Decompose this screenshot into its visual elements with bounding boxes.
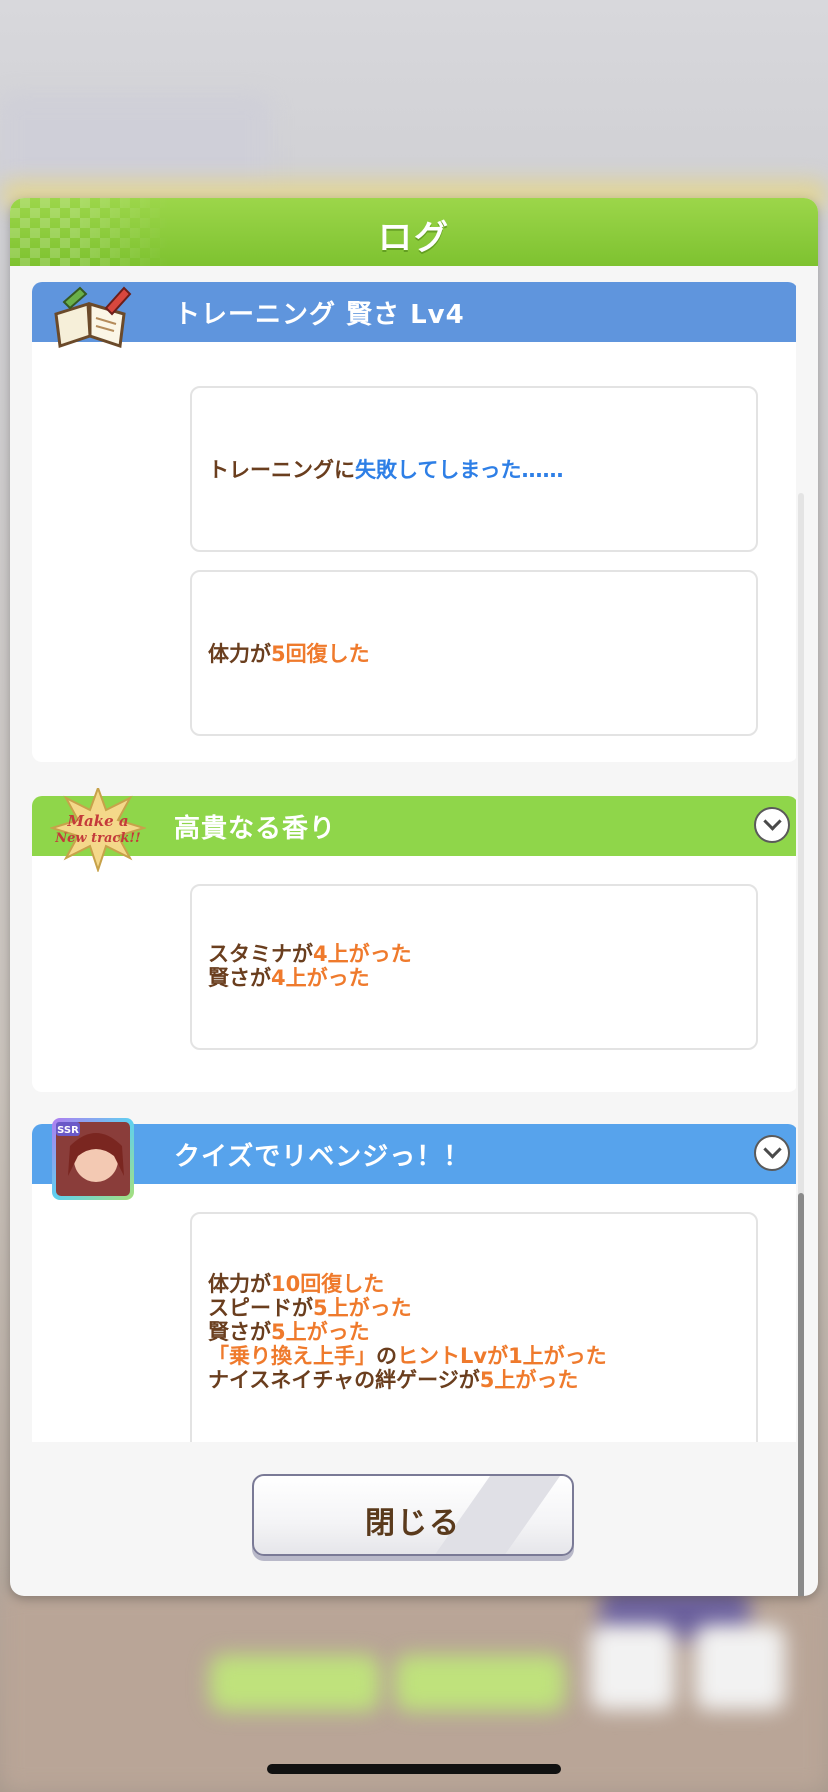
log-line: 体力が10回復した	[208, 1272, 607, 1296]
log-line: スピードが5上がった	[208, 1296, 607, 1320]
log-line: 体力が5回復した	[208, 642, 370, 666]
entry-title: 高貴なる香り	[174, 814, 337, 844]
scrollbar[interactable]	[798, 493, 804, 1596]
log-entry: SSR クイズでリベンジっ！！ 体力が10回復した スピードが5上がった 賢さが…	[32, 1118, 796, 1442]
log-line: 賢さが4上がった	[208, 966, 412, 990]
log-card: スタミナが4上がった 賢さが4上がった	[190, 884, 758, 1050]
log-text-brown: トレーニングに	[208, 458, 355, 482]
log-card: 体力が10回復した スピードが5上がった 賢さが5上がった 「乗り換え上手」のヒ…	[190, 1212, 758, 1442]
entry-title: トレーニング 賢さ Lv4	[174, 300, 465, 330]
dialog-title: ログ	[378, 218, 450, 258]
log-card: 体力が5回復した	[190, 570, 758, 736]
bg-menu-button	[695, 1625, 785, 1710]
log-line: ナイスネイチャの絆ゲージが5上がった	[208, 1368, 607, 1392]
log-text: 体力が5回復した	[208, 642, 370, 666]
log-text-brown: 体力が	[208, 642, 271, 666]
dialog-header: ログ	[10, 198, 818, 266]
log-line: スタミナが4上がった	[208, 942, 412, 966]
log-entry: トレーニング 賢さ Lv4 トレーニングに失敗してしまった…… 体力が5回復した	[32, 282, 796, 762]
log-text-brown: ナイスネイチャの絆ゲージが	[208, 1368, 480, 1392]
log-text-highlight: 5回復した	[271, 642, 370, 666]
bg-button	[210, 1655, 380, 1711]
make-a-new-track-badge-icon: Make a New track!!	[48, 785, 148, 874]
ssr-support-card-icon: SSR	[50, 1116, 134, 1200]
log-text-highlight: 5上がった	[479, 1368, 579, 1392]
log-line: 賢さが5上がった	[208, 1320, 607, 1344]
log-text-brown: 体力が	[208, 1272, 271, 1296]
log-text-highlight: 失敗してしまった……	[355, 458, 564, 482]
scrollbar-thumb[interactable]	[798, 1193, 804, 1596]
log-text-highlight: 5上がった	[271, 1320, 370, 1344]
log-text-highlight: 4上がった	[271, 966, 370, 990]
chevron-down-icon[interactable]	[754, 1135, 790, 1171]
log-list[interactable]: トレーニング 賢さ Lv4 トレーニングに失敗してしまった…… 体力が5回復した	[32, 282, 796, 1442]
log-entry: Make a New track!! 高貴なる香り スタミナが4上がった 賢さが…	[32, 785, 796, 1092]
log-text: 体力が10回復した スピードが5上がった 賢さが5上がった 「乗り換え上手」のヒ…	[208, 1272, 607, 1392]
log-text-highlight: 5上がった	[313, 1296, 412, 1320]
log-line: 「乗り換え上手」のヒントLvが1上がった	[208, 1344, 607, 1368]
log-dialog: ログ トレーニング 賢さ Lv4 トレーニングに失敗してしまった…… 体力が5回…	[10, 198, 818, 1596]
log-text-brown: スタミナが	[208, 942, 313, 966]
entry-header[interactable]: SSR クイズでリベンジっ！！	[32, 1118, 796, 1200]
log-text-brown: スピードが	[208, 1296, 313, 1320]
log-text-highlight: 10回復した	[271, 1272, 385, 1296]
notebook-pencil-icon	[50, 282, 134, 358]
ssr-badge: SSR	[57, 1125, 79, 1136]
log-line: トレーニングに失敗してしまった……	[208, 458, 564, 482]
log-text-brown: の	[376, 1344, 397, 1368]
log-text-highlight: 4上がった	[313, 942, 412, 966]
log-text-brown: 賢さが	[208, 1320, 271, 1344]
entry-header[interactable]: Make a New track!! 高貴なる香り	[32, 785, 796, 874]
bg-square-button	[590, 1625, 675, 1710]
log-text-highlight: 「乗り換え上手」	[208, 1344, 376, 1368]
svg-text:Make a: Make a	[66, 812, 128, 830]
chevron-down-icon[interactable]	[754, 807, 790, 843]
log-text: トレーニングに失敗してしまった……	[208, 458, 564, 482]
entry-header: トレーニング 賢さ Lv4	[32, 282, 796, 349]
bg-button	[395, 1655, 565, 1711]
home-indicator	[267, 1764, 561, 1774]
log-card: トレーニングに失敗してしまった……	[190, 386, 758, 552]
svg-text:New track!!: New track!!	[54, 831, 140, 846]
entry-title: クイズでリベンジっ！！	[174, 1142, 471, 1172]
log-text: スタミナが4上がった 賢さが4上がった	[208, 942, 412, 990]
log-text-brown: 賢さが	[208, 966, 271, 990]
log-text-highlight: ヒントLvが1上がった	[397, 1344, 607, 1368]
close-button[interactable]: 閉じる	[252, 1474, 574, 1556]
close-button-label: 閉じる	[365, 1506, 461, 1541]
